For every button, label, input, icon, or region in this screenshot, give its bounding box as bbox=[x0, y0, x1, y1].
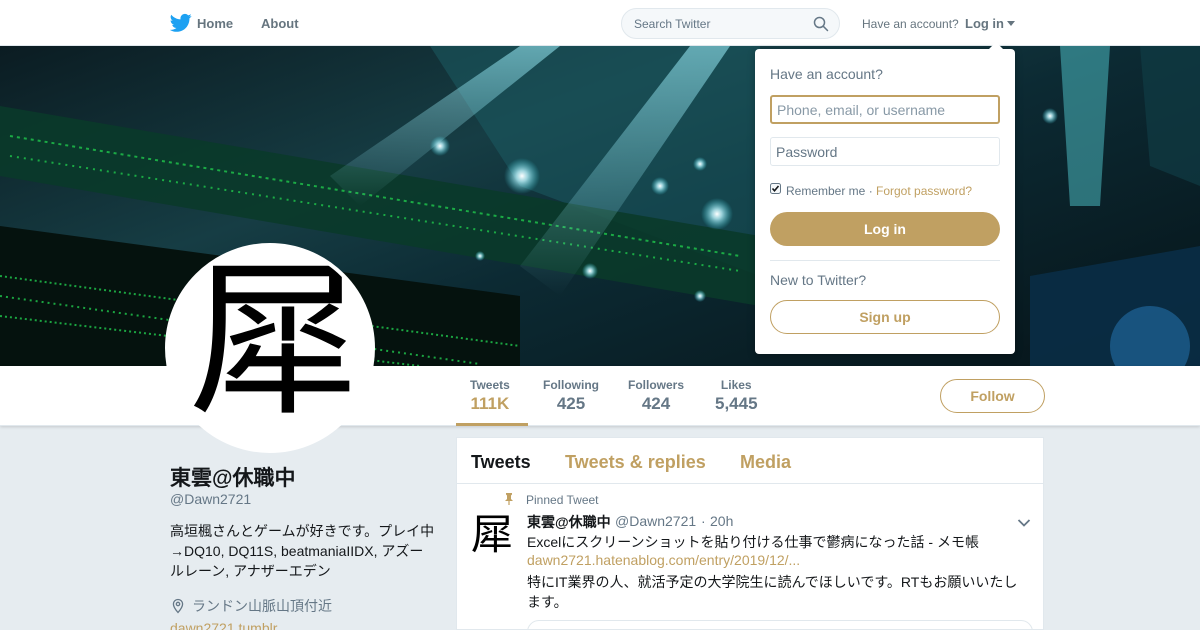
stat-label: Tweets bbox=[470, 378, 510, 392]
divider bbox=[770, 260, 1000, 261]
profile-handle: @Dawn2721 bbox=[170, 491, 252, 507]
stat-tweets[interactable]: Tweets 111K bbox=[470, 378, 510, 414]
username-field[interactable] bbox=[770, 95, 1000, 124]
follow-button[interactable]: Follow bbox=[940, 379, 1045, 413]
chevron-down-icon[interactable] bbox=[1017, 518, 1031, 528]
timeline-tabs: Tweets Tweets & replies Media bbox=[457, 438, 1043, 484]
new-to-twitter-text: New to Twitter? bbox=[770, 272, 867, 288]
timeline: Tweets Tweets & replies Media Pinned Twe… bbox=[456, 437, 1044, 630]
search-icon[interactable] bbox=[813, 16, 829, 32]
profile-url[interactable]: dawn2721.tumblr... bbox=[170, 620, 288, 630]
stat-value: 5,445 bbox=[715, 394, 758, 413]
signup-button[interactable]: Sign up bbox=[770, 300, 1000, 334]
forgot-password-link[interactable]: Forgot password? bbox=[876, 184, 972, 198]
avatar[interactable]: 犀 bbox=[165, 243, 375, 453]
stat-following[interactable]: Following 425 bbox=[543, 378, 599, 414]
separator: · bbox=[868, 184, 873, 198]
checkbox-icon[interactable] bbox=[770, 183, 781, 194]
dropdown-title: Have an account? bbox=[770, 66, 883, 82]
dropdown-arrow bbox=[988, 42, 1004, 50]
tweet-separator: · bbox=[701, 513, 706, 529]
stat-likes[interactable]: Likes 5,445 bbox=[715, 378, 758, 414]
tweet-text-continued: 特にIT業界の人、就活予定の大学院生に読んでほしいです。RTもお願いいたします。 bbox=[527, 574, 1018, 610]
tab-tweets[interactable]: Tweets bbox=[471, 452, 531, 473]
tweet-text: Excelにスクリーンショットを貼り付ける仕事で鬱病になった話 - メモ帳 bbox=[527, 534, 979, 550]
stat-followers[interactable]: Followers 424 bbox=[628, 378, 684, 414]
tweet-author-name[interactable]: 東雲@休職中 bbox=[527, 512, 611, 532]
tweet-author-handle[interactable]: @Dawn2721 bbox=[615, 513, 696, 529]
active-stat-indicator bbox=[456, 423, 528, 426]
pin-icon bbox=[505, 493, 513, 505]
remember-me-text: Remember me bbox=[786, 184, 866, 198]
search-input[interactable]: Search Twitter bbox=[634, 17, 710, 31]
tweet-link-card[interactable] bbox=[527, 620, 1033, 630]
tweet-avatar[interactable]: 犀 bbox=[471, 514, 513, 556]
pinned-label: Pinned Tweet bbox=[526, 493, 599, 507]
profile-bio: 高垣楓さんとゲームが好きです。プレイ中→DQ10, DQ11S, beatman… bbox=[170, 523, 435, 579]
stat-label: Followers bbox=[628, 378, 685, 392]
twitter-bird-icon[interactable] bbox=[170, 13, 192, 33]
password-field[interactable] bbox=[770, 137, 1000, 166]
stat-value: 424 bbox=[641, 394, 671, 413]
have-account-text: Have an account? bbox=[862, 17, 959, 31]
stat-label: Following bbox=[543, 378, 599, 392]
location-pin-icon bbox=[172, 598, 184, 614]
tab-media[interactable]: Media bbox=[740, 452, 791, 473]
nav-about-link[interactable]: About bbox=[261, 16, 299, 31]
login-link[interactable]: Log in bbox=[965, 16, 1004, 31]
stat-label: Likes bbox=[720, 378, 752, 392]
profile-location: ランドン山脈山頂付近 bbox=[170, 596, 332, 616]
avatar-glyph: 犀 bbox=[189, 243, 360, 441]
profile-name: 東雲@休職中 bbox=[170, 467, 296, 490]
caret-down-icon[interactable] bbox=[1007, 21, 1015, 26]
remember-me-label[interactable]: Remember me · bbox=[786, 184, 873, 198]
tweet-link[interactable]: dawn2721.hatenablog.com/entry/2019/12/..… bbox=[527, 552, 800, 568]
login-button[interactable]: Log in bbox=[770, 212, 1000, 246]
search-box[interactable]: Search Twitter bbox=[621, 8, 840, 39]
tab-tweets-replies[interactable]: Tweets & replies bbox=[565, 452, 706, 473]
nav-home-link[interactable]: Home bbox=[197, 16, 233, 31]
top-nav: Home About Search Twitter Have an accoun… bbox=[0, 0, 1200, 46]
tweet-time[interactable]: 20h bbox=[710, 513, 733, 529]
login-dropdown: Have an account? Remember me · Forgot pa… bbox=[755, 42, 1015, 354]
location-text: ランドン山脈山頂付近 bbox=[192, 598, 332, 614]
stat-value: 425 bbox=[556, 394, 586, 413]
stat-value: 111K bbox=[470, 394, 510, 413]
